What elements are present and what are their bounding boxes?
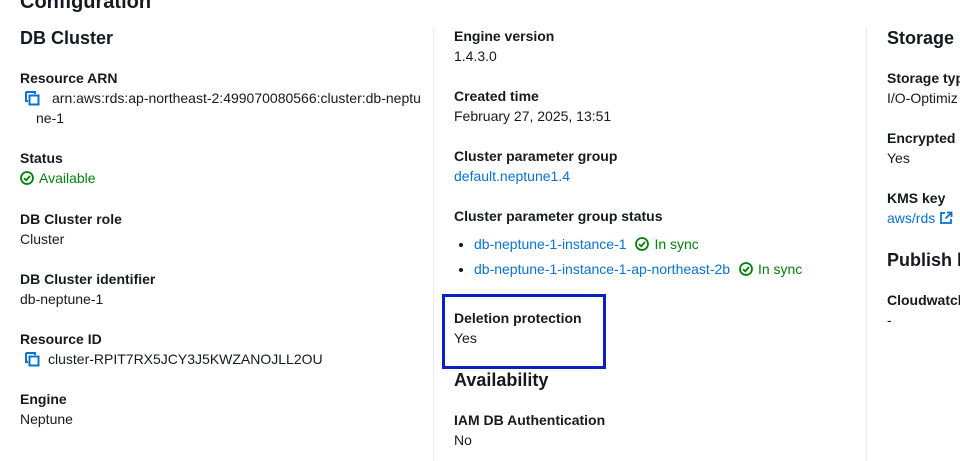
cluster-parameter-group-status-label: Cluster parameter group status (454, 208, 663, 224)
created-time-label: Created time (454, 88, 539, 104)
parameter-group-status-list: db-neptune-1-instance-1 In sync db-neptu… (454, 232, 802, 282)
iam-db-authentication-value: No (454, 432, 472, 448)
kms-key-text: aws/rds (887, 210, 936, 226)
kms-key-field: KMS key aws/rds (887, 188, 953, 228)
list-item: db-neptune-1-instance-1-ap-northeast-2b … (474, 257, 802, 282)
availability-section-title: Availability (454, 370, 549, 390)
cloudwatch-field: Cloudwatch - (887, 290, 960, 330)
encrypted-value: Yes (887, 150, 910, 166)
cloudwatch-label: Cloudwatch (887, 292, 960, 308)
cluster-parameter-group-link[interactable]: default.neptune1.4 (454, 168, 570, 184)
storage-type-value: I/O-Optimiz (887, 90, 958, 106)
created-time-field: Created time February 27, 2025, 13:51 (454, 86, 611, 126)
status-text: Available (39, 170, 96, 186)
deletion-protection-label: Deletion protection (454, 310, 582, 326)
publish-logs-section-title: Publish l (887, 250, 960, 270)
db-cluster-identifier-label: DB Cluster identifier (20, 271, 156, 287)
db-cluster-column: DB Cluster Resource ARN arn:aws:rds:ap-n… (20, 24, 421, 427)
cluster-parameter-group-field: Cluster parameter group default.neptune1… (454, 146, 617, 186)
publish-logs-section: Publish l (887, 246, 960, 272)
column-divider-2 (866, 27, 867, 461)
sync-status: In sync (635, 234, 699, 252)
db-cluster-identifier-value: db-neptune-1 (20, 291, 104, 307)
resource-arn-label: Resource ARN (20, 70, 118, 86)
external-link-icon (939, 210, 953, 224)
status-positive-icon (739, 259, 753, 276)
created-time-value: February 27, 2025, 13:51 (454, 108, 612, 124)
cluster-parameter-group-status-field: Cluster parameter group status db-neptun… (454, 206, 802, 282)
engine-field: Engine Neptune (20, 389, 73, 429)
encrypted-field: Encrypted Yes (887, 128, 955, 168)
status-label: Status (20, 150, 63, 166)
resource-arn-row: arn:aws:rds:ap-northeast-2:499070080566:… (20, 88, 426, 128)
storage-column: Storage Storage typ I/O-Optimiz Encrypte… (887, 24, 960, 328)
engine-label: Engine (20, 391, 67, 407)
column-divider-1 (433, 27, 434, 461)
resource-id-label: Resource ID (20, 331, 102, 347)
status-positive-icon (635, 234, 650, 251)
resource-arn-field: Resource ARN arn:aws:rds:ap-northeast-2:… (20, 68, 426, 128)
db-cluster-identifier-field: DB Cluster identifier db-neptune-1 (20, 269, 155, 309)
db-cluster-role-value: Cluster (20, 231, 65, 247)
storage-type-field: Storage typ I/O-Optimiz (887, 68, 960, 108)
kms-key-label: KMS key (887, 190, 946, 206)
cloudwatch-value: - (887, 312, 892, 328)
page-title: Configuration (20, 0, 152, 13)
deletion-protection-value: Yes (454, 330, 477, 346)
db-cluster-role-label: DB Cluster role (20, 211, 122, 227)
availability-section: Availability (454, 366, 548, 392)
instance-link[interactable]: db-neptune-1-instance-1-ap-northeast-2b (474, 261, 730, 277)
storage-type-label: Storage typ (887, 70, 960, 86)
instance-link[interactable]: db-neptune-1-instance-1 (474, 236, 627, 252)
cluster-parameter-group-label: Cluster parameter group (454, 148, 618, 164)
resource-arn-value: arn:aws:rds:ap-northeast-2:499070080566:… (36, 90, 421, 126)
list-item: db-neptune-1-instance-1 In sync (474, 232, 802, 257)
sync-status: In sync (739, 261, 802, 277)
status-value: Available (20, 168, 96, 188)
engine-version-field: Engine version 1.4.3.0 (454, 26, 554, 66)
engine-value: Neptune (20, 411, 73, 427)
copy-icon[interactable] (24, 351, 40, 367)
engine-version-value: 1.4.3.0 (454, 48, 497, 64)
resource-id-field: Resource ID cluster-RPIT7RX5JCY3J5KWZANO… (20, 329, 323, 369)
db-cluster-section-title: DB Cluster (20, 28, 114, 48)
resource-id-value: cluster-RPIT7RX5JCY3J5KWZANOJLL2OU (48, 351, 323, 367)
sync-status-text: In sync (654, 236, 699, 252)
sync-status-text: In sync (757, 261, 803, 277)
encrypted-label: Encrypted (887, 130, 956, 146)
kms-key-link[interactable]: aws/rds (887, 210, 953, 226)
db-cluster-role-field: DB Cluster role Cluster (20, 209, 122, 249)
storage-section-title: Storage (887, 28, 955, 48)
status-positive-icon (20, 170, 34, 185)
engine-version-label: Engine version (454, 28, 555, 44)
configuration-panel: Configuration DB Cluster Resource ARN ar… (0, 0, 960, 461)
deletion-protection-field: Deletion protection Yes (454, 308, 582, 348)
iam-db-authentication-label: IAM DB Authentication (454, 412, 606, 428)
status-field: Status Available (20, 148, 96, 188)
iam-db-authentication-field: IAM DB Authentication No (454, 410, 605, 450)
resource-id-row: cluster-RPIT7RX5JCY3J5KWZANOJLL2OU (20, 349, 323, 369)
